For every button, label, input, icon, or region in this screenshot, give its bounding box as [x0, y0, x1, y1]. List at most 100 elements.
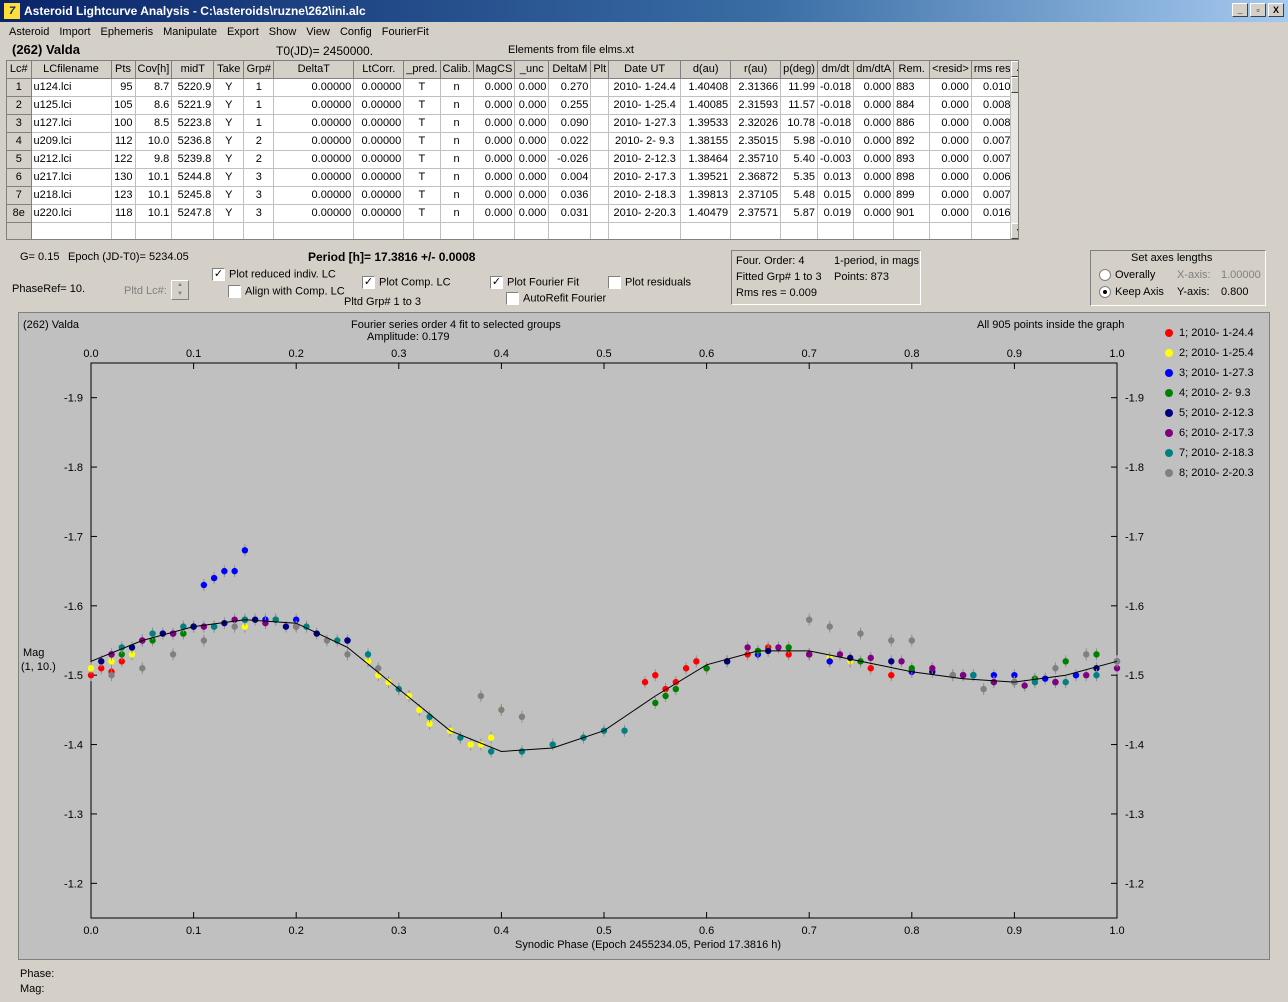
table-cell[interactable]: 5.35	[780, 168, 818, 187]
column-header[interactable]: dm/dtA	[853, 61, 895, 79]
table-cell[interactable]	[440, 222, 474, 239]
table-cell[interactable]: -0.018	[817, 78, 855, 97]
plot-residuals-check-icon[interactable]	[608, 276, 621, 289]
keep-axis-radio[interactable]: Keep Axis	[1099, 286, 1164, 299]
menu-view[interactable]: View	[301, 26, 335, 38]
table-cell[interactable]: 0.006	[971, 168, 1014, 187]
table-cell[interactable]: 883	[893, 78, 931, 97]
table-cell[interactable]: 0.000	[929, 96, 972, 115]
table-cell[interactable]: 0.007	[971, 150, 1014, 169]
column-header[interactable]: d(au)	[680, 61, 732, 79]
autorefit-checkbox[interactable]: AutoRefit Fourier	[506, 292, 606, 305]
column-header[interactable]: DeltaT	[273, 61, 355, 79]
table-row-empty[interactable]	[7, 222, 1014, 239]
table-cell[interactable]: 0.00000	[273, 186, 355, 205]
table-row[interactable]: 8e u220.lci 118 10.1 5247.8 Y 3 0.00000 0.00000 T…	[7, 204, 1014, 223]
table-cell[interactable]: 105	[111, 96, 136, 115]
table-cell[interactable]: 0.00000	[273, 204, 355, 223]
table-cell[interactable]: 11.99	[780, 78, 818, 97]
table-cell[interactable]: 0.000	[473, 150, 516, 169]
column-header[interactable]: p(deg)	[780, 61, 818, 79]
table-cell[interactable]: T	[403, 132, 441, 151]
table-cell[interactable]: 1.38464	[680, 150, 732, 169]
table-cell[interactable]: 1	[243, 96, 275, 115]
table-cell[interactable]: 884	[893, 96, 931, 115]
table-cell[interactable]	[590, 96, 610, 115]
row-header[interactable]: 5	[7, 150, 32, 169]
table-cell[interactable]: u124.lci	[31, 78, 112, 97]
table-cell[interactable]: 0.000	[853, 132, 895, 151]
table-cell[interactable]: 5221.9	[171, 96, 215, 115]
table-cell[interactable]: 899	[893, 186, 931, 205]
menu-show[interactable]: Show	[264, 26, 302, 38]
table-cell[interactable]: 10.0	[135, 132, 173, 151]
table-cell[interactable]: 898	[893, 168, 931, 187]
table-cell[interactable]: Y	[213, 96, 245, 115]
scroll-thumb[interactable]	[1011, 77, 1018, 93]
table-cell[interactable]: 5245.8	[171, 186, 215, 205]
autorefit-check-icon[interactable]	[506, 292, 519, 305]
table-cell[interactable]: T	[403, 78, 441, 97]
table-cell[interactable]: 0.00000	[273, 150, 355, 169]
table-cell[interactable]: 2	[243, 132, 275, 151]
column-header[interactable]: Calib.	[440, 61, 474, 79]
table-cell[interactable]: 5239.8	[171, 150, 215, 169]
table-cell[interactable]: 2.35015	[730, 132, 782, 151]
table-cell[interactable]: Y	[213, 150, 245, 169]
table-cell[interactable]: 2.31366	[730, 78, 782, 97]
table-cell[interactable]: 0.019	[817, 204, 855, 223]
table-cell[interactable]: 8.7	[135, 78, 173, 97]
table-cell[interactable]: 0.000	[514, 168, 550, 187]
table-cell[interactable]	[590, 132, 610, 151]
plot-residuals-checkbox[interactable]: Plot residuals	[608, 276, 691, 289]
table-cell[interactable]	[403, 222, 441, 239]
table-cell[interactable]: u212.lci	[31, 150, 112, 169]
table-cell[interactable]: -0.018	[817, 96, 855, 115]
table-cell[interactable]: 2	[243, 150, 275, 169]
table-cell[interactable]: 95	[111, 78, 136, 97]
column-header[interactable]: rms res	[971, 61, 1014, 79]
table-cell[interactable]	[31, 222, 112, 239]
table-cell[interactable]	[590, 78, 610, 97]
table-cell[interactable]: 0.00000	[353, 150, 405, 169]
table-cell[interactable]: n	[440, 96, 474, 115]
table-cell[interactable]: 10.78	[780, 114, 818, 133]
row-header[interactable]: 4	[7, 132, 32, 151]
table-cell[interactable]: T	[403, 186, 441, 205]
table-cell[interactable]	[135, 222, 173, 239]
table-cell[interactable]: 5.48	[780, 186, 818, 205]
table-cell[interactable]: 2010- 2-18.3	[608, 186, 682, 205]
table-cell[interactable]: 5.40	[780, 150, 818, 169]
plot-comp-check-icon[interactable]: ✓	[362, 276, 375, 289]
table-cell[interactable]	[353, 222, 405, 239]
table-cell[interactable]: 0.00000	[353, 96, 405, 115]
table-cell[interactable]: T	[403, 168, 441, 187]
table-cell[interactable]: 0.022	[548, 132, 592, 151]
table-cell[interactable]: 2.32026	[730, 114, 782, 133]
row-header[interactable]: 7	[7, 186, 32, 205]
x-axis-value[interactable]: 1.00000	[1221, 269, 1261, 281]
table-cell[interactable]: 1.40479	[680, 204, 732, 223]
table-cell[interactable]: 0.000	[853, 168, 895, 187]
menu-asteroid[interactable]: Asteroid	[4, 26, 54, 38]
column-header[interactable]: Lc#	[7, 61, 32, 79]
chart-canvas[interactable]: 0.0 0.0 0.1 0.1 0.2 0.2 0.3 0.3 0.4 0.4 0.5 0.5 0.6 0…	[19, 313, 1269, 959]
table-cell[interactable]: 8.5	[135, 114, 173, 133]
scroll-down-icon[interactable]: ▼	[1011, 223, 1018, 239]
table-cell[interactable]: 0.000	[929, 132, 972, 151]
table-cell[interactable]: -0.010	[817, 132, 855, 151]
table-cell[interactable]: 8.6	[135, 96, 173, 115]
table-cell[interactable]: 0.000	[514, 132, 550, 151]
table-cell[interactable]: 1	[243, 114, 275, 133]
table-row[interactable]: 5 u212.lci 122 9.8 5239.8 Y 2 0.00000 0.00000 Tn 0…	[7, 150, 1014, 169]
table-cell[interactable]	[171, 222, 215, 239]
table-cell[interactable]: 0.000	[473, 96, 516, 115]
table-cell[interactable]	[273, 222, 355, 239]
plot-reduced-check-icon[interactable]: ✓	[212, 268, 225, 281]
column-header[interactable]: Pts	[111, 61, 136, 79]
table-cell[interactable]	[548, 222, 592, 239]
table-cell[interactable]: T	[403, 96, 441, 115]
table-cell[interactable]: 0.000	[853, 150, 895, 169]
table-cell[interactable]: n	[440, 132, 474, 151]
table-cell[interactable]	[7, 222, 32, 239]
